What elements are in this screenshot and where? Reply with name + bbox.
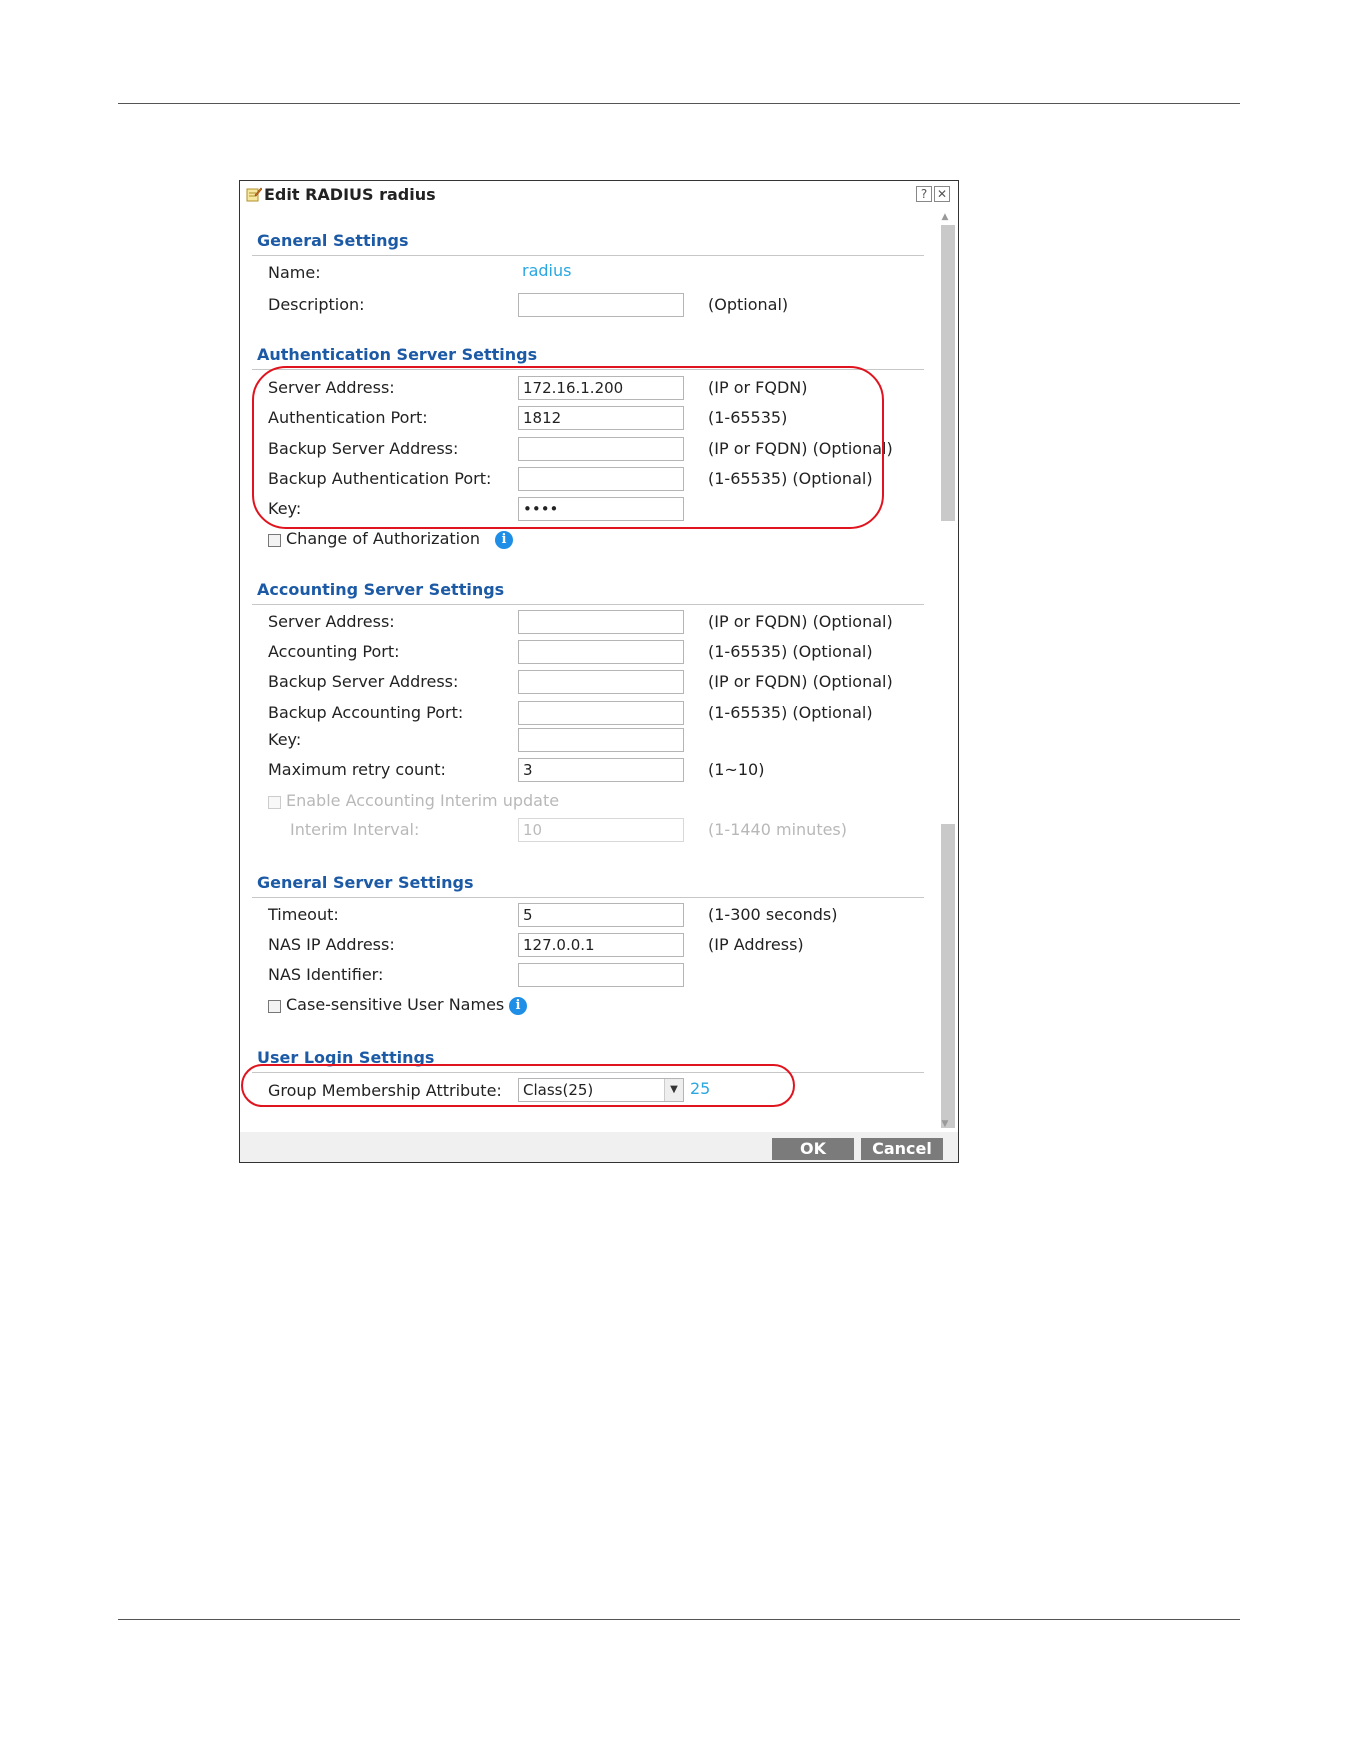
auth-backup-server-hint: (IP or FQDN) (Optional)	[708, 439, 893, 458]
timeout-hint: (1-300 seconds)	[708, 905, 838, 924]
help-button[interactable]: ?	[916, 186, 932, 202]
nas-ip-input[interactable]: 127.0.0.1	[518, 933, 684, 957]
group-attr-value: 25	[690, 1079, 711, 1098]
group-attr-select[interactable]: Class(25) ▼	[518, 1078, 684, 1102]
dialog-content: General Settings Name: radius Descriptio…	[240, 209, 932, 1132]
scroll-up-icon[interactable]: ▲	[940, 212, 950, 222]
name-label: Name:	[268, 263, 321, 282]
interim-interval-label: Interim Interval:	[290, 820, 420, 839]
dialog-titlebar: Edit RADIUS radius ? ✕	[240, 181, 958, 209]
nas-identifier-input[interactable]	[518, 963, 684, 987]
description-label: Description:	[268, 295, 365, 314]
acct-backup-port-hint: (1-65535) (Optional)	[708, 703, 873, 722]
info-icon[interactable]: i	[509, 997, 527, 1015]
nas-identifier-label: NAS Identifier:	[268, 965, 384, 984]
acct-port-hint: (1-65535) (Optional)	[708, 642, 873, 661]
auth-backup-port-input[interactable]	[518, 467, 684, 491]
case-sensitive-checkbox[interactable]	[268, 1000, 281, 1013]
auth-backup-server-input[interactable]	[518, 437, 684, 461]
auth-server-address-label: Server Address:	[268, 378, 395, 397]
acct-key-label: Key:	[268, 730, 302, 749]
dialog-footer: OK Cancel	[240, 1132, 958, 1162]
acct-port-label: Accounting Port:	[268, 642, 400, 661]
group-attr-label: Group Membership Attribute:	[268, 1081, 502, 1100]
section-divider	[252, 1072, 924, 1073]
auth-port-hint: (1-65535)	[708, 408, 788, 427]
section-divider	[252, 604, 924, 605]
acct-server-address-label: Server Address:	[268, 612, 395, 631]
general-settings-heading: General Settings	[257, 231, 409, 250]
acct-server-address-input[interactable]	[518, 610, 684, 634]
auth-port-input[interactable]: 1812	[518, 406, 684, 430]
timeout-input[interactable]: 5	[518, 903, 684, 927]
interim-interval-input[interactable]: 10	[518, 818, 684, 842]
acct-port-input[interactable]	[518, 640, 684, 664]
auth-backup-port-hint: (1-65535) (Optional)	[708, 469, 873, 488]
general-server-heading: General Server Settings	[257, 873, 474, 892]
dialog-title: Edit RADIUS radius	[264, 185, 436, 204]
acct-key-input[interactable]	[518, 728, 684, 752]
auth-backup-server-label: Backup Server Address:	[268, 439, 459, 458]
coa-label: Change of Authorization	[286, 529, 481, 548]
acct-backup-port-input[interactable]	[518, 701, 684, 725]
scroll-down-icon[interactable]: ▼	[940, 1119, 950, 1129]
nas-ip-label: NAS IP Address:	[268, 935, 395, 954]
section-divider	[252, 255, 924, 256]
retry-count-hint: (1~10)	[708, 760, 765, 779]
interim-update-label: Enable Accounting Interim update	[286, 791, 560, 810]
scroll-thumb-lower[interactable]	[941, 824, 955, 1128]
acct-server-heading: Accounting Server Settings	[257, 580, 505, 599]
auth-key-label: Key:	[268, 499, 302, 518]
acct-backup-server-input[interactable]	[518, 670, 684, 694]
interim-interval-hint: (1-1440 minutes)	[708, 820, 848, 839]
vertical-scrollbar[interactable]: ▲ ▼	[932, 209, 958, 1132]
user-login-heading: User Login Settings	[257, 1048, 435, 1067]
section-divider	[252, 369, 924, 370]
retry-count-label: Maximum retry count:	[268, 760, 446, 779]
acct-backup-port-label: Backup Accounting Port:	[268, 703, 464, 722]
close-button[interactable]: ✕	[934, 186, 950, 202]
retry-count-input[interactable]: 3	[518, 758, 684, 782]
auth-server-address-hint: (IP or FQDN)	[708, 378, 808, 397]
chevron-down-icon[interactable]: ▼	[664, 1079, 683, 1101]
info-icon[interactable]: i	[495, 531, 513, 549]
edit-icon	[246, 187, 262, 202]
description-input[interactable]	[518, 293, 684, 317]
footer-rule	[118, 1619, 1240, 1620]
acct-server-address-hint: (IP or FQDN) (Optional)	[708, 612, 893, 631]
description-hint: (Optional)	[708, 295, 789, 314]
group-attr-selected: Class(25)	[523, 1081, 594, 1099]
edit-radius-dialog: Edit RADIUS radius ? ✕ General Settings …	[239, 180, 959, 1163]
case-sensitive-label: Case-sensitive User Names	[286, 995, 505, 1014]
section-divider	[252, 897, 924, 898]
cancel-button[interactable]: Cancel	[861, 1138, 943, 1160]
interim-update-checkbox[interactable]	[268, 796, 281, 809]
name-value: radius	[522, 261, 572, 280]
auth-backup-port-label: Backup Authentication Port:	[268, 469, 492, 488]
timeout-label: Timeout:	[268, 905, 339, 924]
nas-ip-hint: (IP Address)	[708, 935, 804, 954]
auth-key-input[interactable]: ••••	[518, 497, 684, 521]
auth-server-heading: Authentication Server Settings	[257, 345, 538, 364]
auth-server-address-input[interactable]: 172.16.1.200	[518, 376, 684, 400]
coa-checkbox[interactable]	[268, 534, 281, 547]
auth-port-label: Authentication Port:	[268, 408, 428, 427]
ok-button[interactable]: OK	[772, 1138, 854, 1160]
acct-backup-server-label: Backup Server Address:	[268, 672, 459, 691]
acct-backup-server-hint: (IP or FQDN) (Optional)	[708, 672, 893, 691]
scroll-thumb[interactable]	[941, 225, 955, 521]
header-rule	[118, 103, 1240, 104]
